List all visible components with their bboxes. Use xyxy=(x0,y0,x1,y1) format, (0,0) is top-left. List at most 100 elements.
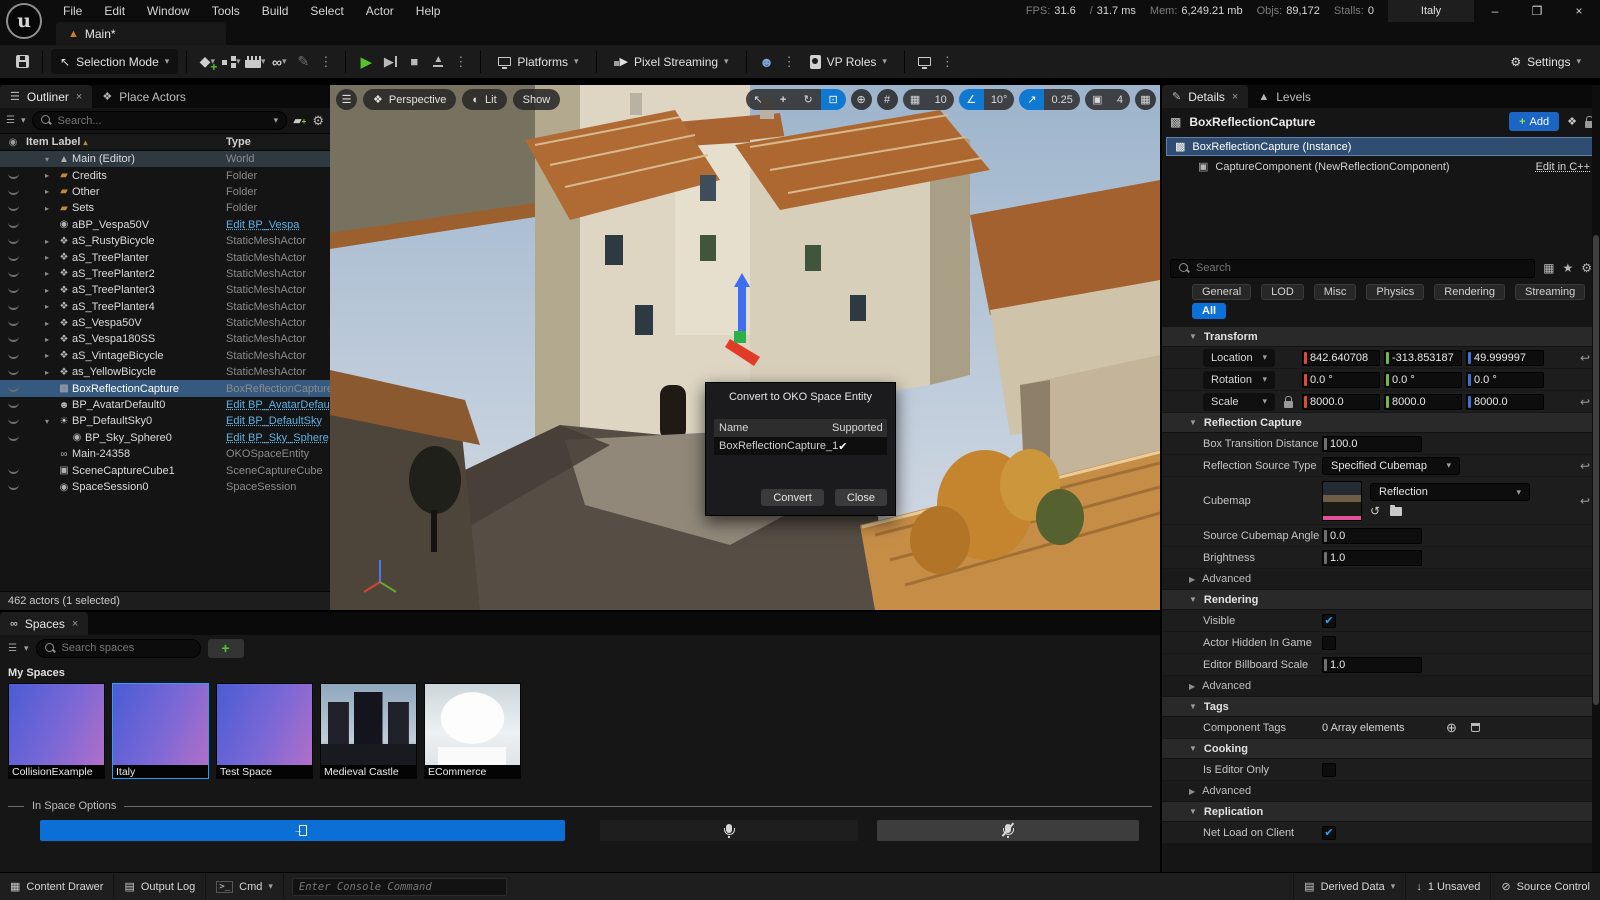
angle-snap-toggle[interactable]: ∠ xyxy=(959,89,984,110)
visibility-toggle[interactable] xyxy=(0,156,26,162)
advanced-cooking[interactable]: ▶Advanced xyxy=(1162,781,1600,802)
filter-chip[interactable]: LOD xyxy=(1261,284,1304,300)
actor-type[interactable]: StaticMeshActor xyxy=(226,284,330,296)
expand-caret[interactable]: ▸ xyxy=(45,237,56,246)
browse-asset-icon[interactable] xyxy=(1390,507,1402,516)
show-dropdown[interactable]: Show xyxy=(513,89,561,110)
outliner-row[interactable]: ▣ SceneCaptureCube1 SceneCaptureCube xyxy=(0,462,330,478)
lit-dropdown[interactable]: ◐Lit xyxy=(462,89,506,110)
stop-button[interactable]: ■ xyxy=(402,50,426,74)
visibility-toggle[interactable] xyxy=(0,451,26,457)
close-icon[interactable]: × xyxy=(1232,91,1238,103)
console-command-input[interactable] xyxy=(299,881,506,893)
space-card[interactable]: Italy xyxy=(112,683,209,779)
filter-chip[interactable]: Streaming xyxy=(1515,284,1585,300)
actor-type[interactable]: Folder xyxy=(226,170,330,182)
rotate-tool[interactable]: ↻ xyxy=(796,89,821,110)
settings-dropdown[interactable]: ⚙ Settings ▾ xyxy=(1501,49,1590,74)
skip-button[interactable]: ▶ xyxy=(378,50,402,74)
outliner-row[interactable]: ◉ SpaceSession0 SpaceSession xyxy=(0,479,330,495)
actor-type[interactable]: Edit BP_Vespa xyxy=(226,219,330,231)
content-drawer-button[interactable]: ▦ Content Drawer xyxy=(0,873,114,900)
outliner-row[interactable]: ▸ ▰ Other Folder xyxy=(0,184,330,200)
platforms-dropdown[interactable]: Platforms ▾ xyxy=(489,49,587,74)
spaces-search-input[interactable] xyxy=(62,642,192,654)
derived-data-button[interactable]: ▤ Derived Data ▾ xyxy=(1293,873,1405,900)
expand-caret[interactable]: ▸ xyxy=(45,335,56,344)
actor-type[interactable]: StaticMeshActor xyxy=(226,301,330,313)
visible-checkbox[interactable]: ✔ xyxy=(1322,614,1336,628)
collaborators-menu[interactable]: ⋮ xyxy=(779,54,801,70)
details-search-input[interactable] xyxy=(1196,262,1526,274)
outliner-row[interactable]: ▸ ❖ aS_RustyBicycle StaticMeshActor xyxy=(0,233,330,249)
expand-caret[interactable]: ▸ xyxy=(45,286,56,295)
close-button[interactable]: × xyxy=(1558,0,1600,22)
scale-tool[interactable]: ⊡ xyxy=(821,89,846,110)
section-transform[interactable]: ▼Transform xyxy=(1162,327,1600,347)
scale-z-field[interactable]: 8000.0 xyxy=(1466,394,1544,410)
perspective-dropdown[interactable]: ❖Perspective xyxy=(363,89,456,110)
oko-dropdown[interactable]: ∞▾ xyxy=(267,50,291,74)
advanced-rendering[interactable]: ▶Advanced xyxy=(1162,676,1600,697)
visibility-column-icon[interactable]: ◉ xyxy=(0,137,26,148)
actor-type[interactable]: StaticMeshActor xyxy=(226,366,330,378)
advanced-reflection[interactable]: ▶Advanced xyxy=(1162,569,1600,590)
grid-snap-toggle[interactable]: ▦ xyxy=(903,89,928,110)
actor-hidden-checkbox[interactable]: ✔ xyxy=(1322,636,1336,650)
trash-icon[interactable] xyxy=(1471,723,1480,732)
brightness-field[interactable]: 1.0 xyxy=(1322,550,1422,566)
chevron-down-icon[interactable]: ▾ xyxy=(24,643,29,654)
visibility-toggle[interactable] xyxy=(0,336,26,342)
tab-spaces[interactable]: ∞ Spaces × xyxy=(0,612,88,635)
visibility-toggle[interactable] xyxy=(0,189,26,195)
visibility-toggle[interactable] xyxy=(0,484,26,490)
actor-type[interactable]: Folder xyxy=(226,202,330,214)
cubemap-dropdown[interactable]: Reflection▾ xyxy=(1370,483,1530,501)
use-selected-asset-icon[interactable]: ↺ xyxy=(1370,504,1380,518)
details-scrollbar[interactable] xyxy=(1592,85,1600,872)
scale-x-field[interactable]: 8000.0 xyxy=(1302,394,1380,410)
column-type[interactable]: Type xyxy=(226,136,330,148)
component-tree-root[interactable]: ▩ BoxReflectionCapture (Instance) xyxy=(1166,137,1596,156)
mic-muted-button[interactable] xyxy=(877,820,1139,841)
scale-dropdown[interactable]: Scale▾ xyxy=(1203,393,1275,411)
landscape-tool-button[interactable]: ✎ xyxy=(291,50,315,74)
chevron-down-icon[interactable]: ▾ xyxy=(21,115,26,126)
close-icon[interactable]: × xyxy=(72,618,78,630)
outliner-row[interactable]: ▾ ▲ Main (Editor) World xyxy=(0,151,330,167)
viewport-layout-button[interactable]: ▦ xyxy=(1135,89,1156,110)
gear-icon[interactable]: ⚙ xyxy=(1581,261,1592,275)
new-folder-icon[interactable]: ▰+ xyxy=(293,114,306,127)
actor-type[interactable]: StaticMeshActor xyxy=(226,350,330,362)
expand-caret[interactable]: ▸ xyxy=(45,302,56,311)
actor-type[interactable]: Edit BP_AvatarDefault xyxy=(226,399,330,411)
chevron-down-icon[interactable]: ▾ xyxy=(274,115,279,126)
scale-snap-value[interactable]: 0.25 xyxy=(1044,89,1079,110)
outliner-row[interactable]: ◉ BP_Sky_Sphere0 Edit BP_Sky_Sphere xyxy=(0,430,330,446)
component-tree-child[interactable]: ▣ CaptureComponent (NewReflectionCompone… xyxy=(1162,156,1600,177)
visibility-toggle[interactable] xyxy=(0,468,26,474)
toolbar-overflow-menu[interactable]: ⋮ xyxy=(315,54,337,70)
visibility-toggle[interactable] xyxy=(0,222,26,228)
space-card[interactable]: Medieval Castle xyxy=(320,683,417,779)
expand-caret[interactable]: ▸ xyxy=(45,319,56,328)
visibility-toggle[interactable] xyxy=(0,173,26,179)
expand-caret[interactable]: ▸ xyxy=(45,269,56,278)
menu-item[interactable]: Build xyxy=(251,0,300,22)
viewport-scene[interactable] xyxy=(330,85,1160,610)
space-card[interactable]: CollisionExample xyxy=(8,683,105,779)
eject-button[interactable]: ▲ xyxy=(426,50,450,74)
expand-caret[interactable]: ▸ xyxy=(45,368,56,377)
expand-caret[interactable]: ▾ xyxy=(45,155,56,164)
expand-caret[interactable]: ▸ xyxy=(45,351,56,360)
filter-chip[interactable]: Rendering xyxy=(1434,284,1505,300)
menu-item[interactable]: Select xyxy=(299,0,354,22)
minimize-button[interactable]: – xyxy=(1474,0,1516,22)
outliner-row[interactable]: ▸ ❖ as_YellowBicycle StaticMeshActor xyxy=(0,364,330,380)
menu-item[interactable]: Help xyxy=(405,0,452,22)
angle-snap-value[interactable]: 10° xyxy=(984,89,1015,110)
visibility-toggle[interactable] xyxy=(0,418,26,424)
outliner-row[interactable]: ▸ ❖ aS_Vespa180SS StaticMeshActor xyxy=(0,331,330,347)
rotation-y-field[interactable]: 0.0 ° xyxy=(1384,372,1462,388)
visibility-toggle[interactable] xyxy=(0,386,26,392)
